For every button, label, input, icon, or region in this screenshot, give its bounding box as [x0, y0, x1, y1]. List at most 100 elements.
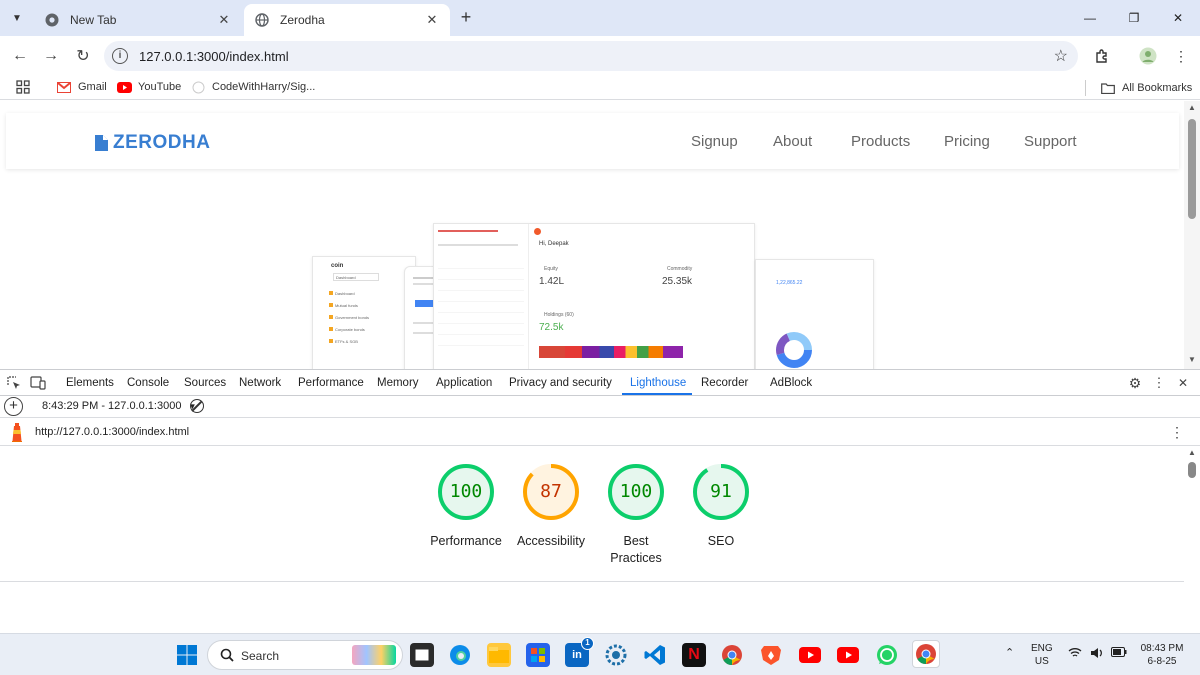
devtools-tab-privacy[interactable]: Privacy and security	[509, 377, 612, 389]
coin-label: coin	[331, 263, 344, 269]
extensions-icon[interactable]	[1092, 46, 1112, 66]
netflix-icon[interactable]: N	[682, 643, 706, 667]
file-explorer-icon[interactable]	[487, 643, 511, 667]
devtools-menu-icon[interactable]: ⋮	[1151, 375, 1167, 391]
youtube-icon[interactable]	[798, 643, 822, 667]
nav-about[interactable]: About	[773, 133, 812, 150]
nav-pricing[interactable]: Pricing	[944, 133, 990, 150]
report-scrollbar-thumb[interactable]	[1188, 462, 1196, 478]
tab-title: New Tab	[70, 13, 117, 27]
report-menu-icon[interactable]: ⋮	[1170, 424, 1184, 441]
volume-icon[interactable]	[1090, 647, 1104, 663]
battery-icon[interactable]	[1111, 647, 1127, 661]
report-scrollbar[interactable]: ▲	[1184, 446, 1200, 634]
brave-icon[interactable]	[759, 643, 783, 667]
bookmark-codewithharry[interactable]: CodeWithHarry/Sig...	[190, 80, 315, 94]
devtools-tab-sources[interactable]: Sources	[184, 377, 226, 389]
back-arrow-icon[interactable]: ←	[9, 45, 31, 67]
globe-icon	[190, 80, 206, 94]
bookmark-youtube[interactable]: YouTube	[116, 80, 181, 94]
devtools-tab-performance[interactable]: Performance	[298, 377, 364, 389]
windows-start-icon[interactable]	[175, 643, 199, 667]
show-hidden-icons[interactable]: ⌃	[1005, 647, 1014, 660]
vscode-icon[interactable]	[643, 643, 667, 667]
devtools-tab-console[interactable]: Console	[127, 377, 169, 389]
minimize-icon[interactable]: —	[1068, 0, 1112, 36]
taskbar-search[interactable]: Search	[207, 640, 403, 670]
close-devtools-icon[interactable]: ✕	[1175, 375, 1191, 391]
nav-products[interactable]: Products	[851, 133, 910, 150]
nav-signup[interactable]: Signup	[691, 133, 738, 150]
site-info-icon[interactable]: i	[112, 48, 128, 64]
score-gauge-seo[interactable]: 91 SEO	[676, 463, 766, 550]
close-window-icon[interactable]: ✕	[1156, 0, 1200, 36]
mock-ticker	[438, 230, 498, 232]
page-viewport: ZERODHA Signup About Products Pricing Su…	[0, 101, 1200, 369]
all-bookmarks[interactable]: All Bookmarks	[1085, 80, 1192, 96]
restore-icon[interactable]: ❐	[1112, 0, 1156, 36]
portfolio-value: 1,22,865.22	[776, 280, 803, 286]
chrome-icon[interactable]	[720, 643, 744, 667]
zerodha-logo[interactable]: ZERODHA	[95, 132, 210, 154]
clock[interactable]: 08:43 PM 6-8-25	[1137, 642, 1187, 668]
close-icon[interactable]: ✕	[216, 12, 232, 28]
tab-zerodha[interactable]: Zerodha ✕	[244, 4, 450, 36]
all-bookmarks-label: All Bookmarks	[1122, 82, 1193, 94]
score-gauge-accessibility[interactable]: 87 Accessibility	[506, 463, 596, 550]
youtube-icon[interactable]	[836, 643, 860, 667]
settings-app-icon[interactable]	[604, 643, 628, 667]
report-select[interactable]: 8:43:29 PM - 127.0.0.1:3000 ▼	[42, 400, 196, 412]
task-view-icon[interactable]	[410, 643, 434, 667]
commodity-label: Commodity	[667, 266, 693, 272]
device-toolbar-icon[interactable]	[30, 375, 46, 391]
address-bar-url[interactable]: 127.0.0.1:3000/index.html	[139, 49, 289, 64]
wifi-icon[interactable]	[1068, 647, 1082, 662]
score-gauge-best-practices[interactable]: 100 Best Practices	[591, 463, 681, 567]
page-scrollbar[interactable]: ▲ ▼	[1184, 101, 1200, 369]
language-code: ENG	[1031, 643, 1053, 654]
greeting: Hi, Deepak	[539, 241, 569, 247]
edge-icon[interactable]	[448, 643, 472, 667]
reload-icon[interactable]: ↻	[72, 45, 94, 67]
devtools-tab-lighthouse[interactable]: Lighthouse	[630, 377, 686, 389]
bookmark-gmail[interactable]: Gmail	[56, 80, 107, 94]
inspect-element-icon[interactable]	[6, 375, 22, 391]
chrome-active-icon[interactable]	[912, 640, 940, 668]
apps-grid-icon[interactable]	[16, 80, 30, 94]
score-gauge-performance[interactable]: 100 Performance	[421, 463, 511, 550]
clear-reports-icon[interactable]	[190, 399, 204, 413]
kite-watchlist	[434, 224, 529, 369]
bookmarks-bar: Gmail YouTube CodeWithHarry/Sig... All B…	[0, 76, 1200, 100]
microsoft-store-icon[interactable]	[526, 643, 550, 667]
scroll-down-icon[interactable]: ▼	[1184, 355, 1200, 367]
close-icon[interactable]: ✕	[424, 12, 440, 28]
new-tab-button[interactable]: +	[456, 8, 476, 28]
devtools-tab-elements[interactable]: Elements	[66, 377, 114, 389]
scroll-up-icon[interactable]: ▲	[1184, 103, 1200, 115]
devtools-tab-application[interactable]: Application	[436, 377, 492, 389]
devtools-tab-adblock[interactable]: AdBlock	[770, 377, 812, 389]
tab-new-tab[interactable]: New Tab ✕	[34, 4, 242, 36]
holdings-heatmap-bar	[539, 346, 683, 358]
scroll-up-icon[interactable]: ▲	[1184, 448, 1200, 460]
settings-gear-icon[interactable]: ⚙	[1127, 375, 1143, 391]
linkedin-icon[interactable]: in 1	[565, 637, 594, 667]
globe-icon	[254, 12, 270, 28]
browser-menu-icon[interactable]: ⋮	[1171, 46, 1191, 66]
bookmark-star-icon[interactable]: ☆	[1054, 46, 1068, 66]
devtools-tab-recorder[interactable]: Recorder	[701, 377, 748, 389]
new-report-plus-icon[interactable]: +	[4, 397, 23, 416]
nav-support[interactable]: Support	[1024, 133, 1077, 150]
whatsapp-icon[interactable]	[875, 643, 899, 667]
devtools-tab-memory[interactable]: Memory	[377, 377, 419, 389]
language-indicator[interactable]: ENG US	[1031, 642, 1053, 668]
tab-search-button[interactable]: ▼	[6, 7, 28, 29]
report-url[interactable]: http://127.0.0.1:3000/index.html	[35, 426, 189, 438]
lighthouse-scores: 100 Performance 87 Accessibility 100 Bes…	[0, 446, 1184, 582]
page-scrollbar-thumb[interactable]	[1188, 119, 1196, 219]
forward-arrow-icon[interactable]: →	[40, 45, 62, 67]
address-bar[interactable]: i 127.0.0.1:3000/index.html ☆	[104, 41, 1078, 71]
devtools-tab-network[interactable]: Network	[239, 377, 281, 389]
profile-avatar[interactable]	[1138, 46, 1158, 66]
equity-label: Equity	[544, 266, 558, 272]
